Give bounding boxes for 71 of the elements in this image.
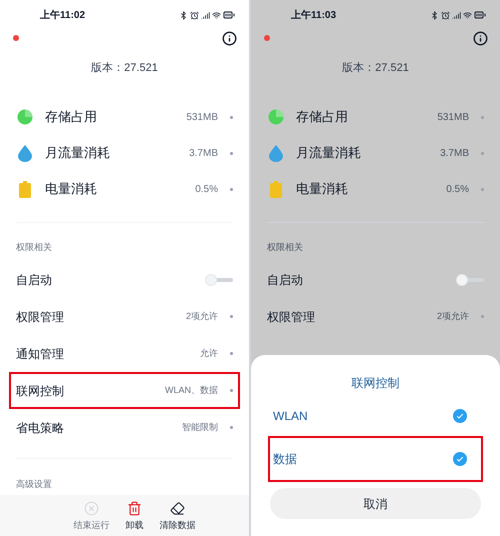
setting-label: 联网控制 (16, 382, 64, 400)
usage-value: 0.5% (446, 182, 469, 196)
wifi-icon (463, 10, 472, 20)
settings-row[interactable]: 通知管理 允许 (9, 335, 240, 372)
status-time: 上午11:03 (291, 8, 336, 22)
usage-value: 3.7MB (189, 146, 218, 160)
pie-chart-icon (17, 109, 33, 125)
usage-label: 存储占用 (45, 108, 97, 126)
option-row[interactable]: WLAN (268, 396, 483, 436)
toggle-switch[interactable] (456, 274, 484, 286)
checkbox[interactable] (453, 452, 467, 466)
highlighted-row[interactable]: 联网控制 WLAN、数据 (9, 372, 240, 409)
version-text: 版本：27.521 (341, 61, 410, 76)
usage-value: 531MB (186, 110, 218, 124)
usage-label: 电量消耗 (296, 180, 348, 198)
toggle-switch[interactable] (205, 274, 233, 286)
battery-status-icon (474, 9, 486, 21)
info-icon[interactable] (222, 30, 237, 46)
dialog-title: 联网控制 (350, 375, 400, 390)
usage-value: 0.5% (195, 182, 218, 196)
close-circle-icon (84, 501, 99, 516)
alarm-icon (441, 10, 450, 20)
usage-value: 3.7MB (440, 146, 469, 160)
water-drop-icon (18, 144, 32, 162)
battery-icon (270, 180, 282, 198)
option-label: WLAN (273, 408, 308, 425)
battery-icon (19, 180, 31, 198)
highlighted-option[interactable]: 数据 (268, 436, 483, 482)
settings-row[interactable]: 自启动 (260, 261, 491, 298)
setting-label: 省电策略 (16, 420, 64, 436)
signal-icon (201, 10, 210, 20)
bluetooth-icon (430, 10, 439, 20)
usage-label: 电量消耗 (45, 180, 97, 198)
settings-row[interactable]: 权限管理 2项允许 (9, 298, 240, 335)
setting-value: 智能限制 (182, 420, 218, 434)
version-text: 版本：27.521 (90, 61, 159, 76)
bluetooth-icon (179, 10, 188, 20)
toolbar-button[interactable]: 清除数据 (160, 501, 196, 532)
settings-row[interactable]: 权限管理 2项允许 (260, 298, 491, 335)
setting-label: 通知管理 (16, 346, 64, 362)
setting-label: 自启动 (267, 272, 303, 288)
checkbox[interactable] (453, 409, 467, 423)
settings-row[interactable]: 省电策略 智能限制 (9, 409, 240, 446)
usage-label: 存储占用 (296, 108, 348, 126)
usage-value: 531MB (437, 110, 469, 124)
section-header: 权限相关 (15, 241, 53, 254)
setting-value: 2项允许 (436, 310, 469, 323)
section-header: 高级设置 (15, 478, 53, 491)
alarm-icon (190, 10, 199, 20)
toolbar-button[interactable]: 卸载 (126, 501, 144, 532)
setting-label: 权限管理 (16, 308, 64, 326)
setting-value: 2项允许 (186, 310, 218, 323)
status-time: 上午11:02 (40, 8, 86, 22)
eraser-icon (170, 501, 185, 516)
section-header: 权限相关 (266, 241, 304, 254)
setting-value: 允许 (200, 346, 218, 360)
cancel-button[interactable]: 取消 (270, 488, 481, 519)
usage-label: 月流量消耗 (296, 144, 361, 162)
setting-label: 自启动 (16, 272, 52, 288)
pie-chart-icon (268, 109, 284, 125)
water-drop-icon (269, 144, 283, 162)
usage-label: 月流量消耗 (45, 144, 110, 162)
setting-label: 权限管理 (267, 308, 315, 326)
option-label: 数据 (273, 451, 297, 468)
wifi-icon (212, 10, 221, 20)
info-icon[interactable] (473, 30, 488, 46)
trash-icon (127, 501, 142, 516)
battery-status-icon (223, 9, 235, 21)
settings-row[interactable]: 自启动 (9, 261, 240, 298)
setting-value: WLAN、数据 (164, 384, 218, 397)
signal-icon (452, 10, 461, 20)
